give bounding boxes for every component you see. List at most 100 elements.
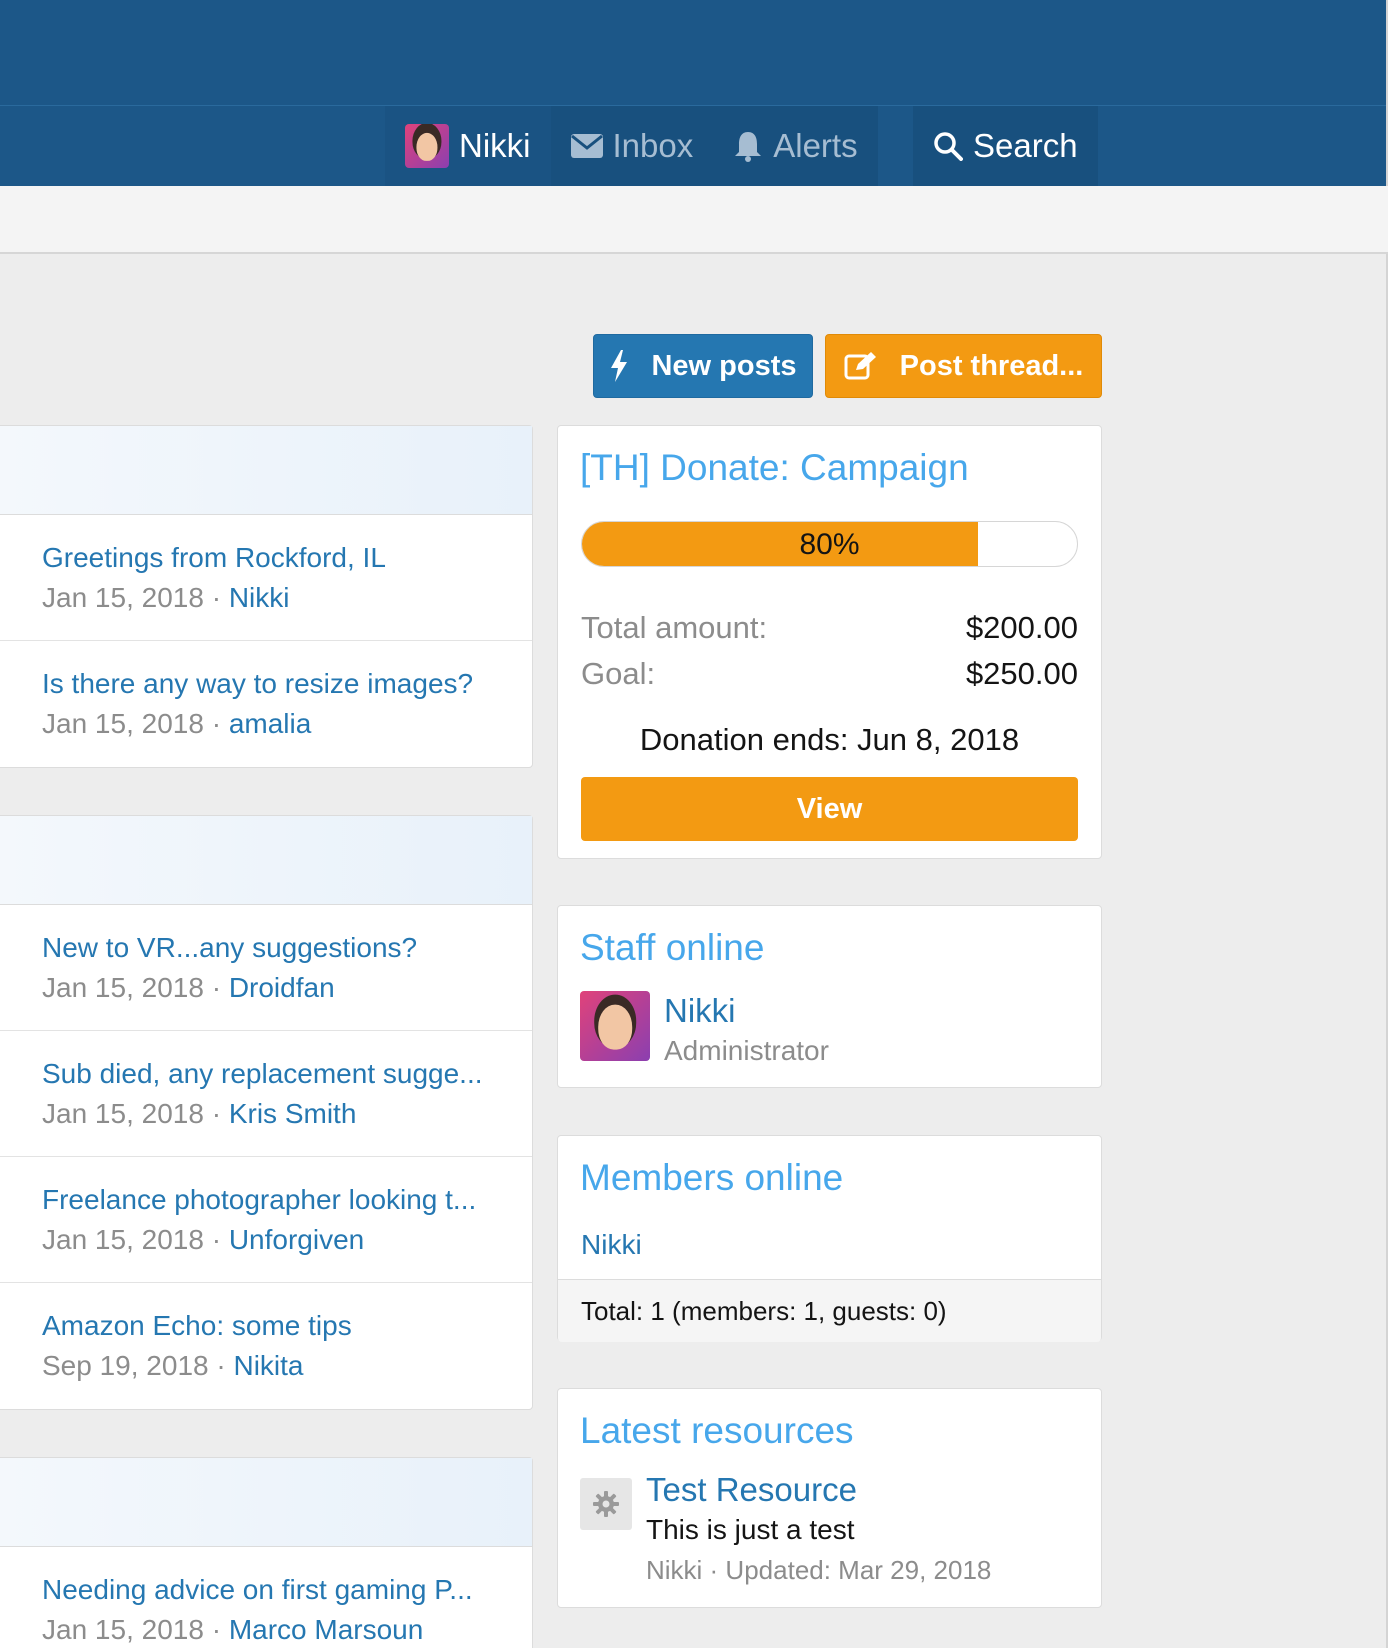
thread-author[interactable]: Nikita: [233, 1350, 303, 1381]
resource-description: This is just a test: [646, 1514, 855, 1545]
thread-title[interactable]: Amazon Echo: some tips: [42, 1306, 532, 1346]
envelope-icon: [570, 134, 603, 158]
thread-date: Jan 15, 2018: [42, 1223, 204, 1255]
members-online-title[interactable]: Members online: [558, 1136, 1101, 1201]
avatar[interactable]: [580, 991, 650, 1061]
thread-date: Sep 19, 2018: [42, 1350, 209, 1381]
bell-icon: [733, 130, 763, 162]
thread-date: Jan 15, 2018: [42, 1097, 204, 1129]
online-total-text: Total: 1 (members: 1, guests: 0): [581, 1295, 947, 1326]
block-header: [0, 816, 532, 905]
block-header: [0, 1458, 532, 1547]
latest-resources-title[interactable]: Latest resources: [558, 1389, 1101, 1454]
thread-date: Jan 15, 2018: [42, 581, 204, 613]
thread-date: Jan 15, 2018: [42, 971, 204, 1003]
meta-separator: ·: [203, 1097, 229, 1129]
meta-separator: ·: [203, 1223, 229, 1255]
thread-author[interactable]: Marco Marsoun: [229, 1614, 424, 1645]
thread-title[interactable]: Freelance photographer looking t...: [42, 1180, 532, 1220]
staff-online-title[interactable]: Staff online: [558, 906, 1101, 971]
new-posts-button[interactable]: New posts: [593, 334, 813, 398]
block-header: [0, 426, 532, 515]
thread-date: Jan 15, 2018: [42, 708, 204, 739]
search-icon: [933, 131, 963, 161]
post-thread-button[interactable]: Post thread...: [825, 334, 1102, 398]
list-item[interactable]: Freelance photographer looking t... Jan …: [0, 1157, 532, 1283]
nav-alerts[interactable]: Alerts: [713, 106, 877, 186]
new-posts-label: New posts: [651, 349, 797, 382]
nav-user-label: Nikki: [459, 127, 531, 164]
thread-title[interactable]: Greetings from Rockford, IL: [42, 538, 532, 578]
header-banner: [0, 0, 1388, 106]
view-button-label: View: [796, 792, 863, 825]
thread-author[interactable]: amalia: [229, 708, 311, 739]
meta-separator: ·: [203, 971, 229, 1003]
thread-meta: Jan 15, 2018 · Marco Marsoun: [42, 1610, 532, 1648]
thread-title[interactable]: Needing advice on first gaming P...: [42, 1570, 532, 1610]
staff-member-role: Administrator: [664, 1035, 829, 1066]
staff-online-widget: Staff online Nikki Administrator: [557, 905, 1102, 1088]
donation-ends: Donation ends: Jun 8, 2018: [639, 722, 1020, 757]
nav-search-label: Search: [973, 127, 1078, 164]
online-member-name[interactable]: Nikki: [558, 1223, 1101, 1267]
staff-member-name[interactable]: Nikki: [664, 991, 829, 1031]
latest-resources-widget: Latest resources Test Resource This is j…: [557, 1388, 1102, 1608]
thread-meta: Jan 15, 2018 · Unforgiven: [42, 1220, 532, 1260]
meta-separator: ·: [203, 708, 229, 739]
list-item[interactable]: Sub died, any replacement sugge... Jan 1…: [0, 1031, 532, 1157]
thread-author[interactable]: Kris Smith: [229, 1098, 357, 1129]
members-online-widget: Members online Nikki Total: 1 (members: …: [557, 1135, 1102, 1342]
donate-title[interactable]: [TH] Donate: Campaign: [558, 426, 1101, 491]
nav-user[interactable]: Nikki: [385, 106, 551, 186]
goal-label: Goal:: [581, 656, 656, 691]
thread-title[interactable]: New to VR...any suggestions?: [42, 928, 532, 968]
thread-block-2: New to VR...any suggestions? Jan 15, 201…: [0, 815, 533, 1410]
total-amount-label: Total amount:: [581, 610, 768, 645]
meta-separator: ·: [203, 1614, 229, 1645]
nav-inbox[interactable]: Inbox: [551, 106, 714, 186]
list-item[interactable]: Greetings from Rockford, IL Jan 15, 2018…: [0, 515, 532, 641]
thread-author[interactable]: Nikki: [229, 582, 290, 613]
thread-meta: Jan 15, 2018 · amalia: [42, 704, 532, 744]
meta-separator: ·: [203, 581, 229, 613]
thread-meta: Jan 15, 2018 · Kris Smith: [42, 1094, 532, 1134]
thread-date: Jan 15, 2018: [42, 1614, 204, 1645]
bolt-icon: [609, 350, 629, 382]
thread-meta: Jan 15, 2018 · Nikki: [42, 578, 532, 618]
online-total: Total: 1 (members: 1, guests: 0): [558, 1279, 1101, 1342]
sub-navigation: [0, 186, 1388, 254]
thread-title[interactable]: Sub died, any replacement sugge...: [42, 1054, 532, 1094]
meta-separator: ·: [208, 1350, 234, 1381]
list-item[interactable]: Needing advice on first gaming P... Jan …: [0, 1547, 532, 1648]
progress-label: 80%: [799, 528, 860, 561]
thread-title[interactable]: Is there any way to resize images?: [42, 664, 532, 704]
edit-icon: [844, 351, 878, 381]
user-nav-group: Nikki Inbox Alerts: [385, 106, 878, 186]
list-item[interactable]: Is there any way to resize images? Jan 1…: [0, 641, 532, 767]
post-thread-label: Post thread...: [899, 349, 1084, 382]
gear-icon[interactable]: [580, 1478, 632, 1530]
resource-meta: Nikki · Updated: Mar 29, 2018: [646, 1555, 992, 1585]
thread-meta: Sep 19, 2018 · Nikita: [42, 1346, 532, 1386]
thread-meta: Jan 15, 2018 · Droidfan: [42, 968, 532, 1008]
staff-member: Nikki Administrator: [558, 991, 1101, 1071]
donation-progress-bar: 80%: [581, 521, 1078, 567]
goal-value: $250.00: [965, 656, 1078, 691]
nav-alerts-label: Alerts: [773, 127, 858, 164]
view-button[interactable]: View: [581, 777, 1078, 841]
list-item[interactable]: New to VR...any suggestions? Jan 15, 201…: [0, 905, 532, 1031]
total-amount-value: $200.00: [965, 610, 1078, 645]
list-item[interactable]: Amazon Echo: some tips Sep 19, 2018 · Ni…: [0, 1283, 532, 1409]
resource-title[interactable]: Test Resource: [646, 1470, 991, 1510]
nav-inbox-label: Inbox: [612, 127, 694, 164]
search-nav-group: Search: [913, 106, 1098, 186]
donate-widget: [TH] Donate: Campaign 80% Total amount: …: [557, 425, 1102, 859]
goal-row: Goal: $250.00: [558, 651, 1101, 697]
total-amount-row: Total amount: $200.00: [558, 605, 1101, 651]
thread-author[interactable]: Unforgiven: [229, 1224, 364, 1255]
resource-item: Test Resource This is just a test Nikki …: [558, 1470, 1101, 1590]
thread-block-1: Greetings from Rockford, IL Jan 15, 2018…: [0, 425, 533, 768]
nav-search[interactable]: Search: [913, 106, 1098, 186]
thread-block-3: Needing advice on first gaming P... Jan …: [0, 1457, 533, 1648]
thread-author[interactable]: Droidfan: [229, 972, 335, 1003]
